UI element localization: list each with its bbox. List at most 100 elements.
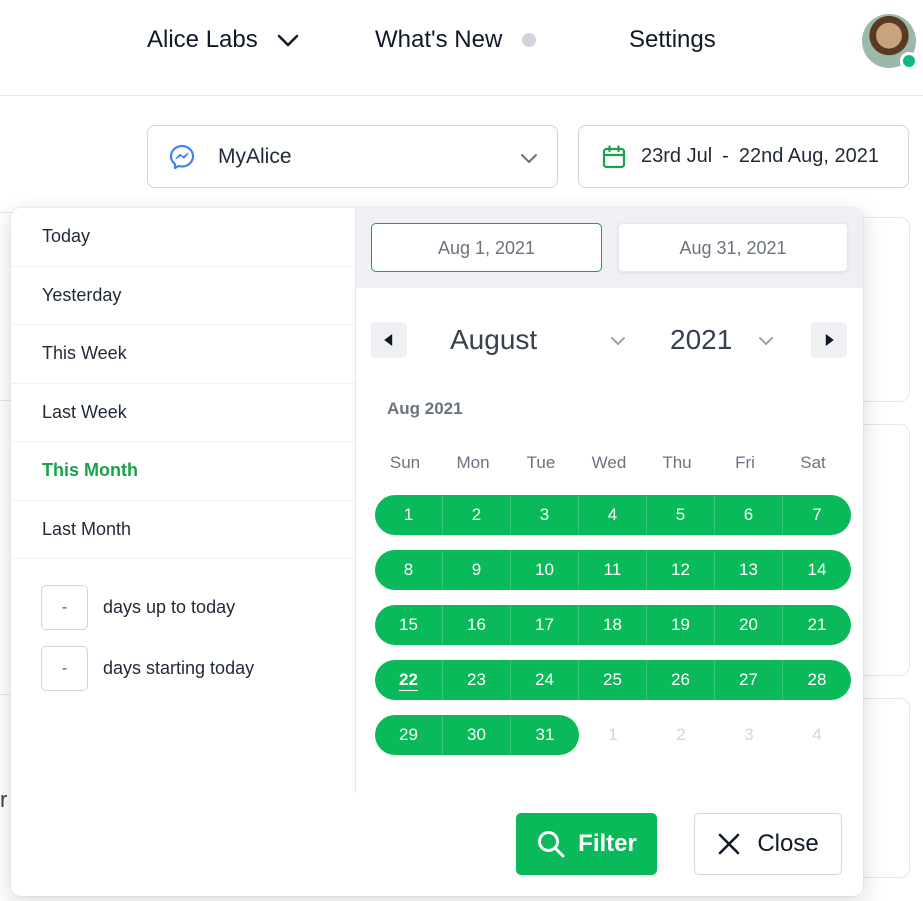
search-icon (538, 831, 565, 858)
year-select[interactable]: 2021 (670, 324, 732, 356)
date-inputs-header: Aug 1, 2021 Aug 31, 2021 (356, 208, 863, 288)
date-range-picker: Today Yesterday This Week Last Week This… (11, 208, 863, 896)
channel-name: MyAlice (218, 144, 292, 168)
calendar-day[interactable]: 29 (375, 715, 443, 755)
caret-right-icon (825, 334, 834, 346)
calendar-week: 29 30 31 1 2 3 4 (375, 715, 851, 755)
calendar-day[interactable]: 16 (443, 605, 511, 645)
days-starting-today-row: - days starting today (41, 646, 254, 691)
weekday-label: Fri (735, 453, 755, 472)
calendar-panel: Aug 1, 2021 Aug 31, 2021 August 2021 Aug… (356, 208, 863, 793)
calendar-day[interactable]: 10 (511, 550, 579, 590)
calendar-week: 1 2 3 4 5 6 7 (375, 495, 851, 535)
notification-dot (522, 33, 537, 47)
calendar-day-today[interactable]: 22 (375, 660, 443, 700)
days-up-to-today-input[interactable]: - (41, 585, 88, 630)
whats-new-label: What's New (375, 26, 503, 53)
close-icon (719, 833, 740, 855)
month-caption: Aug 2021 (387, 399, 463, 418)
start-date-input[interactable]: Aug 1, 2021 (371, 223, 602, 272)
end-date-input[interactable]: Aug 31, 2021 (618, 223, 848, 272)
calendar-day[interactable]: 6 (715, 495, 783, 535)
calendar-day[interactable]: 12 (647, 550, 715, 590)
calendar-day[interactable]: 30 (443, 715, 511, 755)
calendar-day-outside-month[interactable]: 4 (783, 715, 851, 755)
user-avatar[interactable] (862, 14, 918, 70)
top-navigation: Alice Labs What's New Settings (0, 0, 923, 96)
previous-month-button[interactable] (371, 322, 407, 358)
preset-yesterday[interactable]: Yesterday (11, 267, 355, 325)
calendar-day[interactable]: 21 (783, 605, 851, 645)
preset-today[interactable]: Today (11, 208, 355, 267)
filter-label: Filter (578, 830, 637, 857)
channel-select[interactable]: MyAlice (147, 125, 558, 188)
weekday-label: Sun (389, 453, 421, 472)
weekday-label: Thu (662, 453, 692, 472)
next-month-button[interactable] (811, 322, 847, 358)
calendar-day[interactable]: 20 (715, 605, 783, 645)
calendar-icon (602, 144, 626, 168)
calendar-day[interactable]: 5 (647, 495, 715, 535)
chevron-down-icon (759, 337, 773, 345)
calendar-day[interactable]: 1 (375, 495, 443, 535)
calendar-day[interactable]: 8 (375, 550, 443, 590)
chevron-down-icon (611, 337, 625, 345)
calendar-day[interactable]: 7 (783, 495, 851, 535)
weekday-label: Wed (591, 453, 627, 472)
weekday-label: Tue (526, 453, 556, 472)
preset-last-month[interactable]: Last Month (11, 501, 355, 559)
online-status-indicator (900, 52, 918, 70)
close-label: Close (757, 830, 819, 857)
calendar-day[interactable]: 14 (783, 550, 851, 590)
weekday-label: Sat (800, 453, 826, 472)
preset-last-week[interactable]: Last Week (11, 384, 355, 442)
calendar-day[interactable]: 23 (443, 660, 511, 700)
org-switcher[interactable]: Alice Labs (147, 26, 300, 54)
calendar-day[interactable]: 17 (511, 605, 579, 645)
days-up-to-today-label: days up to today (103, 597, 236, 617)
whats-new-link[interactable]: What's New (375, 26, 537, 54)
date-range-button[interactable]: 23rd Jul - 22nd Aug, 2021 (578, 125, 909, 188)
date-range-separator: - (722, 145, 729, 167)
calendar-day[interactable]: 9 (443, 550, 511, 590)
calendar-day[interactable]: 3 (511, 495, 579, 535)
calendar-day[interactable]: 19 (647, 605, 715, 645)
calendar-week: 15 16 17 18 19 20 21 (375, 605, 851, 645)
calendar-day-outside-month[interactable]: 1 (579, 715, 647, 755)
settings-label: Settings (629, 26, 716, 53)
preset-this-week[interactable]: This Week (11, 325, 355, 384)
preset-list: Today Yesterday This Week Last Week This… (11, 208, 356, 793)
calendar-day[interactable]: 24 (511, 660, 579, 700)
calendar-day-outside-month[interactable]: 3 (715, 715, 783, 755)
calendar-day[interactable]: 27 (715, 660, 783, 700)
month-select[interactable]: August (450, 324, 537, 356)
calendar-day[interactable]: 28 (783, 660, 851, 700)
calendar-week: 22 23 24 25 26 27 28 (375, 660, 851, 700)
preset-this-month[interactable]: This Month (11, 442, 355, 501)
calendar-day[interactable]: 31 (511, 715, 579, 755)
background-text: r (0, 787, 8, 812)
chevron-down-icon (277, 34, 299, 47)
calendar-day[interactable]: 15 (375, 605, 443, 645)
calendar-day-outside-month[interactable]: 2 (647, 715, 715, 755)
weekday-header: Sun Mon Tue Wed Thu Fri Sat (371, 453, 847, 473)
close-button[interactable]: Close (694, 813, 842, 875)
calendar-day[interactable]: 18 (579, 605, 647, 645)
messenger-icon (169, 144, 195, 169)
calendar-day[interactable]: 13 (715, 550, 783, 590)
today-day-number: 22 (399, 670, 418, 689)
calendar-day[interactable]: 2 (443, 495, 511, 535)
calendar-day[interactable]: 25 (579, 660, 647, 700)
filter-toolbar: MyAlice 23rd Jul - 22nd Aug, 2021 (0, 97, 923, 210)
days-up-to-today-row: - days up to today (41, 585, 235, 630)
days-starting-today-input[interactable]: - (41, 646, 88, 691)
settings-link[interactable]: Settings (629, 26, 716, 54)
chevron-down-icon (521, 154, 537, 163)
caret-left-icon (384, 334, 393, 346)
calendar-day[interactable]: 26 (647, 660, 715, 700)
picker-footer: Filter Close (11, 793, 863, 896)
date-range-start: 23rd Jul (641, 145, 713, 167)
calendar-day[interactable]: 4 (579, 495, 647, 535)
calendar-day[interactable]: 11 (579, 550, 647, 590)
filter-button[interactable]: Filter (516, 813, 657, 875)
